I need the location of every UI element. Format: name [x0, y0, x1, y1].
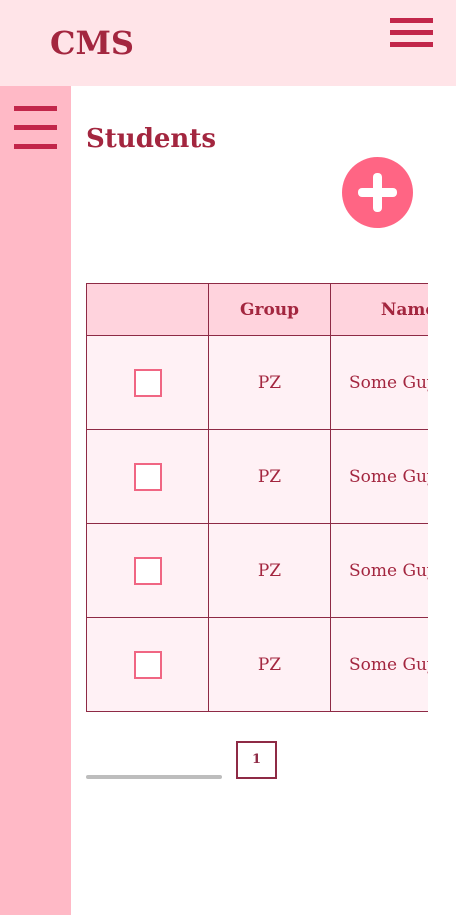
app-logo[interactable]: CMS: [50, 24, 134, 62]
select-cell: [86, 335, 209, 430]
group-cell: PZ: [208, 335, 331, 430]
select-cell: [86, 617, 209, 712]
add-student-button[interactable]: [342, 157, 413, 228]
hamburger-icon[interactable]: [390, 18, 433, 48]
select-cell: [86, 429, 209, 524]
table-row: PZ Some Guy: [86, 617, 428, 712]
column-header-name: Name: [330, 283, 428, 336]
row-checkbox[interactable]: [133, 556, 162, 585]
top-header: CMS: [0, 0, 456, 86]
row-checkbox[interactable]: [133, 650, 162, 679]
main-content: Students Group Name PZ: [71, 86, 456, 915]
group-cell: PZ: [208, 523, 331, 618]
row-checkbox[interactable]: [133, 462, 162, 491]
name-cell: Some Guy: [330, 523, 428, 618]
table-horizontal-scrollbar[interactable]: [86, 775, 222, 779]
group-cell: PZ: [208, 429, 331, 524]
table-row: PZ Some Guy: [86, 429, 428, 524]
name-cell: Some Guy: [330, 617, 428, 712]
group-cell: PZ: [208, 617, 331, 712]
column-header-group: Group: [208, 283, 331, 336]
name-cell: Some Guy: [330, 429, 428, 524]
plus-icon-bar: [358, 188, 397, 197]
page-title: Students: [86, 124, 216, 154]
column-header-select: [86, 283, 209, 336]
table-row: PZ Some Guy: [86, 523, 428, 618]
sidebar-hamburger-icon[interactable]: [14, 106, 57, 154]
table-row: PZ Some Guy: [86, 335, 428, 430]
row-checkbox[interactable]: [133, 368, 162, 397]
pagination-page-button[interactable]: 1: [236, 741, 277, 779]
students-table-container[interactable]: Group Name PZ Some Guy PZ Some Guy PZ: [86, 283, 428, 713]
students-table: Group Name PZ Some Guy PZ Some Guy PZ: [86, 283, 428, 712]
table-header-row: Group Name: [86, 283, 428, 336]
name-cell: Some Guy: [330, 335, 428, 430]
select-cell: [86, 523, 209, 618]
sidebar: [0, 86, 71, 915]
